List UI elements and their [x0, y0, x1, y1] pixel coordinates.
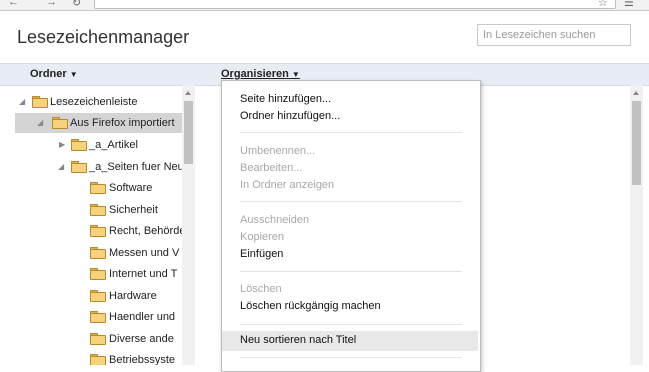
tree-item-label: _a_Seiten fuer Neu — [89, 161, 184, 173]
menu-separator — [240, 271, 462, 272]
tree-item-label: _a_Artikel — [89, 139, 138, 151]
folders-menu-button[interactable]: Ordner ▼ — [30, 68, 78, 80]
search-input[interactable] — [477, 24, 631, 46]
menu-icon[interactable]: ☰ — [624, 0, 634, 9]
folder-open-icon — [32, 96, 48, 108]
tree-item-a-seiten-fuer-neu[interactable]: ◢ _a_Seiten fuer Neu — [0, 157, 184, 177]
tree-item-software[interactable]: Software — [0, 178, 182, 198]
folder-icon — [90, 182, 106, 194]
tree-item-label: Lesezeichenleiste — [50, 96, 138, 108]
expanded-triangle-icon[interactable]: ◢ — [19, 92, 25, 112]
chevron-down-icon: ▼ — [69, 70, 78, 79]
tree-item-label: Hardware — [109, 290, 157, 302]
page-title: Lesezeichenmanager — [17, 27, 190, 47]
menu-item-seite-hinzufuegen[interactable]: Seite hinzufügen... — [240, 93, 331, 105]
tree-item-a-artikel[interactable]: ▶ _a_Artikel — [0, 135, 182, 155]
menu-item-ausschneiden[interactable]: Ausschneiden — [240, 214, 309, 226]
tree-item-recht-behoerde[interactable]: Recht, Behörde — [0, 221, 186, 241]
menu-item-loeschen[interactable]: Löschen — [240, 283, 282, 295]
reload-icon[interactable]: ↻ — [72, 0, 81, 9]
tree-item-hardware[interactable]: Hardware — [0, 286, 182, 306]
browser-toolbar: ← → ↻ ☆ ☰ — [0, 0, 649, 11]
organize-menu-label: Organisieren — [221, 68, 289, 80]
tree-item-label: Betriebssyste — [109, 354, 176, 365]
organize-menu-button[interactable]: Organisieren ▼ — [221, 68, 300, 80]
folder-tree: ◢ Lesezeichenleiste ◢ Aus Firefox import… — [0, 85, 195, 365]
address-bar[interactable] — [94, 0, 616, 9]
tree-scrollbar[interactable] — [182, 85, 195, 365]
tree-item-label: Software — [109, 182, 153, 194]
list-scrollbar[interactable] — [630, 85, 643, 365]
folder-open-icon — [52, 117, 68, 129]
tree-item-label: Aus Firefox importiert — [70, 117, 175, 129]
menu-item-neu-sortieren[interactable]: Neu sortieren nach Titel — [240, 334, 356, 346]
tree-item-label: Sicherheit — [109, 204, 158, 216]
expanded-triangle-icon[interactable]: ◢ — [58, 157, 64, 177]
collapsed-triangle-icon[interactable]: ▶ — [59, 135, 65, 155]
menu-separator — [240, 324, 462, 325]
folder-open-icon — [71, 161, 87, 173]
folder-icon — [90, 225, 106, 237]
scroll-up-icon[interactable] — [633, 91, 639, 95]
folder-icon — [90, 204, 106, 216]
tree-item-label: Haendler und — [109, 311, 176, 323]
tree-item-label: Diverse ande — [109, 333, 174, 345]
folder-icon — [90, 247, 106, 259]
tree-item-internet[interactable]: Internet und T — [0, 264, 182, 284]
tree-item-sicherheit[interactable]: Sicherheit — [0, 200, 182, 220]
folder-icon — [90, 290, 106, 302]
menu-item-in-ordner-anzeigen[interactable]: In Ordner anzeigen — [240, 179, 334, 191]
folder-icon — [90, 333, 106, 345]
folders-menu-label: Ordner — [30, 68, 67, 80]
menu-separator — [240, 201, 462, 202]
tree-item-lesezeichenleiste[interactable]: ◢ Lesezeichenleiste — [0, 92, 182, 112]
tree-item-label: Recht, Behörde — [109, 225, 186, 237]
menu-item-umbenennen[interactable]: Umbenennen... — [240, 145, 315, 157]
folder-icon — [90, 311, 106, 323]
menu-separator — [240, 132, 462, 133]
folder-icon — [90, 268, 106, 280]
tree-item-haendler[interactable]: Haendler und — [0, 307, 182, 327]
folder-icon — [90, 354, 106, 365]
back-icon[interactable]: ← — [8, 0, 19, 8]
tree-item-diverse[interactable]: Diverse ande — [0, 329, 182, 349]
menu-separator — [240, 357, 462, 358]
organize-dropdown-menu: Seite hinzufügen... Ordner hinzufügen...… — [221, 80, 481, 372]
chevron-down-icon: ▼ — [291, 70, 300, 79]
tree-item-label: Internet und T — [109, 268, 178, 280]
tree-item-aus-firefox-importiert[interactable]: ◢ Aus Firefox importiert — [15, 113, 182, 133]
list-scrollbar-thumb[interactable] — [632, 101, 641, 185]
tree-scrollbar-thumb[interactable] — [184, 101, 193, 164]
menu-item-ordner-hinzufuegen[interactable]: Ordner hinzufügen... — [240, 110, 340, 122]
star-icon[interactable]: ☆ — [598, 0, 608, 9]
expanded-triangle-icon[interactable]: ◢ — [37, 113, 43, 133]
tree-item-messen[interactable]: Messen und V — [0, 243, 182, 263]
menu-item-bearbeiten[interactable]: Bearbeiten... — [240, 162, 302, 174]
menu-item-einfuegen[interactable]: Einfügen — [240, 248, 283, 260]
tree-item-label: Messen und V — [109, 247, 180, 259]
forward-icon[interactable]: → — [46, 0, 57, 8]
tree-item-betriebssysteme[interactable]: Betriebssyste — [0, 350, 182, 365]
folder-icon — [71, 139, 87, 151]
menu-item-kopieren[interactable]: Kopieren — [240, 231, 284, 243]
scroll-up-icon[interactable] — [185, 91, 191, 95]
menu-item-loeschen-rueckgaengig[interactable]: Löschen rückgängig machen — [240, 300, 381, 312]
